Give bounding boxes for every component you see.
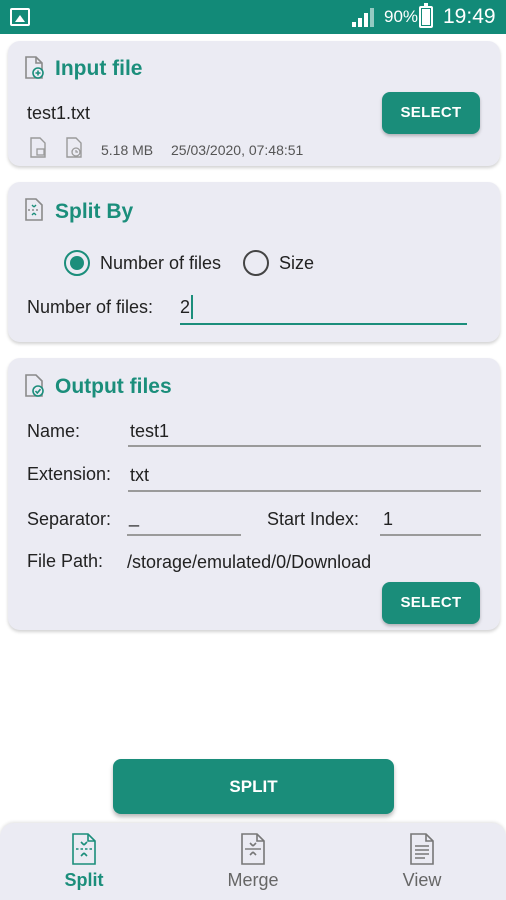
bottom-navigation: Split Merge View	[0, 823, 506, 900]
number-of-files-input[interactable]: 2	[180, 297, 190, 318]
extension-underline	[128, 490, 481, 492]
name-underline	[128, 445, 481, 447]
split-by-card: Split By Number of files Size Number of …	[8, 182, 500, 342]
radio-number-of-files[interactable]	[64, 250, 90, 276]
split-by-title: Split By	[55, 200, 134, 223]
view-icon	[410, 833, 434, 865]
nav-label-merge: Merge	[227, 870, 279, 890]
split-file-icon	[25, 198, 43, 221]
input-file-title: Input file	[55, 57, 143, 80]
file-path-value: /storage/emulated/0/Download	[127, 552, 372, 572]
add-file-icon	[25, 56, 44, 79]
separator-label: Separator:	[27, 509, 112, 529]
separator-input[interactable]: _	[129, 507, 139, 528]
clock: 19:49	[443, 5, 496, 28]
extension-input[interactable]: txt	[130, 465, 149, 486]
radio-size[interactable]	[243, 250, 269, 276]
input-file-card: Input file test1.txt 5.18 MB 25/03/2020,…	[8, 41, 500, 166]
gallery-notification-icon	[10, 8, 30, 26]
start-index-input[interactable]: 1	[383, 509, 393, 530]
nav-item-view[interactable]: View	[338, 823, 506, 900]
separator-underline	[127, 534, 241, 536]
split-button[interactable]: SPLIT	[113, 759, 394, 814]
input-file-name: test1.txt	[27, 103, 91, 123]
file-size-icon	[30, 137, 46, 158]
start-index-underline	[380, 534, 481, 536]
file-size: 5.18 MB	[101, 142, 154, 158]
battery-percent: 90%	[384, 7, 419, 26]
nav-item-merge[interactable]: Merge	[169, 823, 337, 900]
status-bar: 90% 19:49	[0, 0, 506, 34]
name-label: Name:	[27, 421, 81, 441]
file-path-label: File Path:	[27, 551, 104, 571]
output-files-title: Output files	[55, 375, 172, 398]
output-file-icon	[25, 374, 44, 397]
name-input[interactable]: test1	[130, 421, 169, 442]
output-files-card: Output files Name: test1 Extension: txt …	[8, 358, 500, 630]
select-input-file-button[interactable]: SELECT	[382, 92, 480, 134]
nav-label-view: View	[402, 870, 442, 890]
number-of-files-label: Number of files:	[27, 297, 154, 317]
select-output-path-button[interactable]: SELECT	[382, 582, 480, 624]
nav-label-split: Split	[64, 870, 104, 890]
text-cursor	[191, 295, 193, 319]
start-index-label: Start Index:	[267, 509, 360, 529]
number-of-files-underline	[180, 323, 467, 325]
file-date: 25/03/2020, 07:48:51	[171, 142, 304, 158]
split-icon	[72, 833, 96, 865]
file-date-icon	[66, 137, 82, 158]
battery-icon	[419, 3, 433, 28]
extension-label: Extension:	[27, 464, 112, 484]
merge-icon	[241, 833, 265, 865]
nav-item-split[interactable]: Split	[0, 823, 168, 900]
radio-size-label[interactable]: Size	[279, 253, 314, 274]
radio-number-of-files-label[interactable]: Number of files	[100, 253, 221, 274]
signal-icon	[352, 8, 374, 27]
